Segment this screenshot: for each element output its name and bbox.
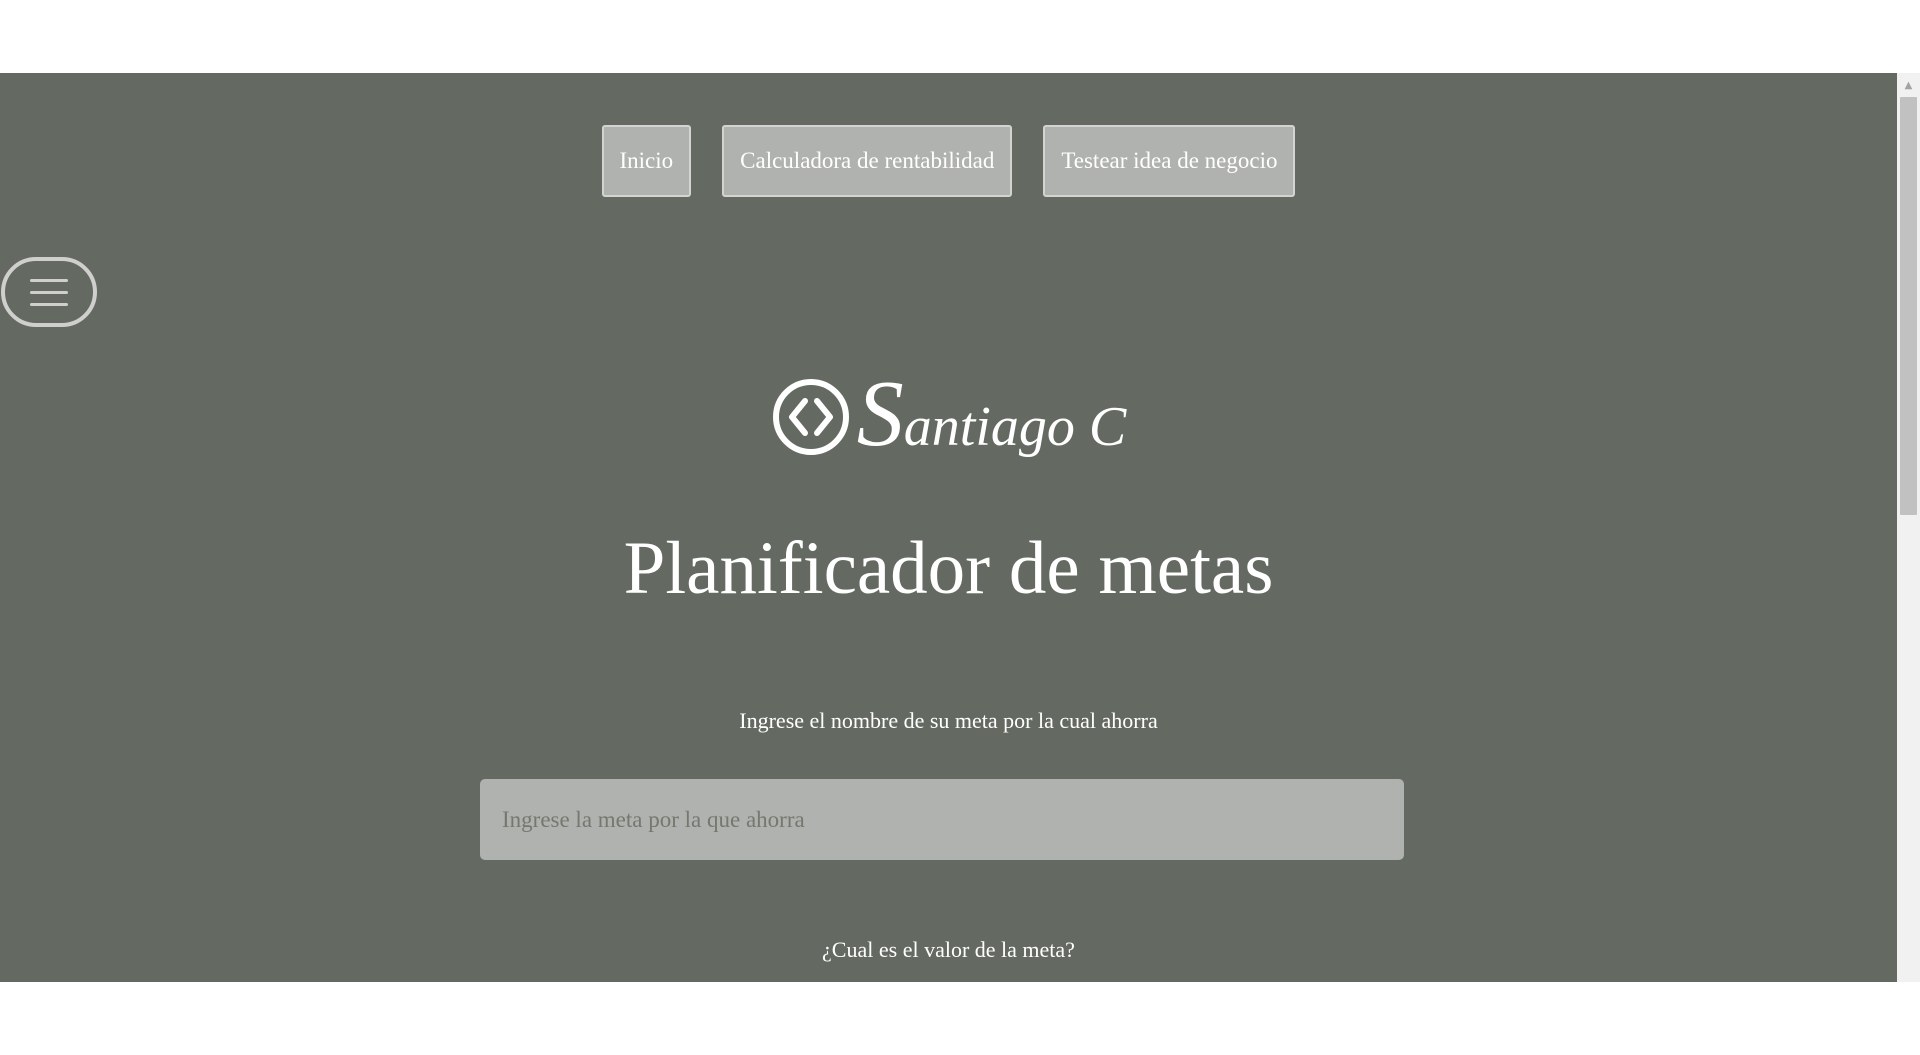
scroll-up-arrow-icon[interactable]: ▲ (1897, 79, 1920, 91)
goal-name-label: Ingrese el nombre de su meta por la cual… (739, 708, 1158, 733)
nav-button-testear-idea[interactable]: Testear idea de negocio (1043, 125, 1296, 197)
logo-initial: S (856, 362, 904, 466)
page-viewport: Inicio Calculadora de rentabilidad Teste… (0, 73, 1897, 982)
vertical-scrollbar[interactable]: ▲ (1897, 73, 1920, 982)
nav-button-inicio[interactable]: Inicio (601, 125, 692, 197)
logo-text: Santiago C (857, 367, 1126, 461)
logo-name: antiago C (903, 396, 1127, 458)
top-navigation: Inicio Calculadora de rentabilidad Teste… (0, 125, 1897, 197)
menu-bar (30, 278, 68, 282)
hamburger-menu-icon[interactable] (1, 257, 97, 327)
code-brackets-icon (772, 379, 849, 455)
menu-bar (30, 290, 68, 294)
goal-name-input[interactable] (480, 779, 1404, 860)
scrollbar-thumb[interactable] (1900, 97, 1917, 515)
nav-button-calculadora[interactable]: Calculadora de rentabilidad (722, 125, 1013, 197)
page-title: Planificador de metas (623, 527, 1274, 610)
site-logo: Santiago C (0, 367, 1897, 461)
menu-bar (30, 302, 68, 306)
goal-value-label: ¿Cual es el valor de la meta? (822, 937, 1075, 962)
browser-screen: Inicio Calculadora de rentabilidad Teste… (0, 0, 1920, 1055)
